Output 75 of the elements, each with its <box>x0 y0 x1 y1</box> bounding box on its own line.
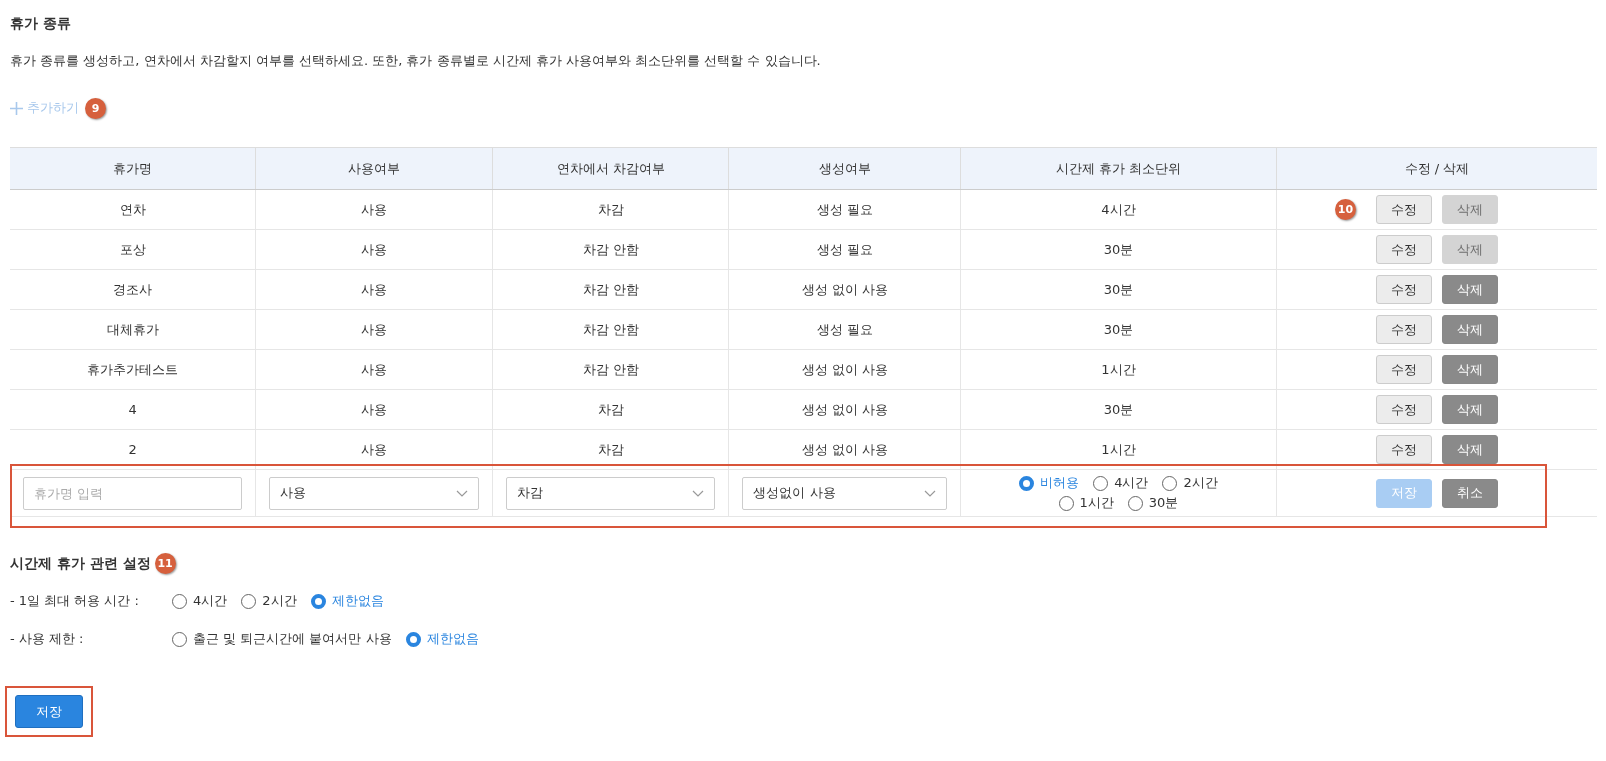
table-cell: 차감 안함 <box>582 360 639 379</box>
dropdown[interactable]: 사용 <box>269 476 479 510</box>
step-badge: 11 <box>154 553 176 574</box>
radio-option[interactable]: 제한없음 <box>405 630 479 648</box>
table-cell: 차감 안함 <box>582 320 639 339</box>
radio-option[interactable]: 출근 및 퇴근시간에 붙여서만 사용 <box>172 630 392 648</box>
radio-option[interactable]: 4시간 <box>172 592 228 610</box>
radio-option[interactable]: 2시간 <box>1162 474 1218 492</box>
dropdown[interactable]: 차감 <box>505 476 716 510</box>
column-header: 연차에서 차감여부 <box>556 159 665 178</box>
table-cell: 대체휴가 <box>106 320 159 339</box>
table-cell: 휴가추가테스트 <box>87 360 179 379</box>
table-cell: 사용 <box>361 200 388 219</box>
radio-option[interactable]: 2시간 <box>241 592 297 610</box>
table-cell: 1시간 <box>1101 440 1136 459</box>
table-cell: 연차 <box>119 200 146 219</box>
table-cell: 사용 <box>361 280 388 299</box>
step-badge: 9 <box>85 97 106 119</box>
table-cell: 생성 필요 <box>816 200 873 219</box>
table-cell: 사용 <box>361 240 388 259</box>
chevron-down-icon <box>692 489 705 497</box>
radio-option[interactable]: 비허용 <box>1019 474 1080 492</box>
table-cell: 차감 <box>597 200 624 219</box>
edit-button[interactable]: 수정 <box>1375 435 1432 464</box>
description-text: 휴가 종류를 생성하고, 연차에서 차감할지 여부를 선택하세요. 또한, 휴가 종류별로 시간제 휴가 사용여부와 최소단위를 선택할 수 있습니다. <box>10 52 822 70</box>
radio-option[interactable]: 1시간 <box>1058 494 1114 512</box>
setting-label: - 사용 제한 : <box>10 630 85 648</box>
chevron-down-icon <box>924 489 937 497</box>
table-cell: 생성 필요 <box>816 240 873 259</box>
table-cell: 차감 <box>597 400 624 419</box>
edit-button[interactable]: 수정 <box>1375 235 1432 264</box>
table-cell: 사용 <box>361 400 388 419</box>
table-cell: 생성 없이 사용 <box>801 440 888 459</box>
edit-button[interactable]: 수정 <box>1375 355 1432 384</box>
table-cell: 2 <box>128 442 137 457</box>
table-cell: 사용 <box>361 440 388 459</box>
table-cell: 포상 <box>119 240 146 259</box>
step-badge: 10 <box>1334 199 1356 220</box>
edit-button[interactable]: 수정 <box>1375 195 1432 224</box>
column-header: 휴가명 <box>113 159 153 178</box>
table-cell: 생성 없이 사용 <box>801 280 888 299</box>
table-cell: 30분 <box>1103 320 1134 339</box>
radio-option[interactable]: 4시간 <box>1093 474 1149 492</box>
edit-button[interactable]: 수정 <box>1375 315 1432 344</box>
table-cell: 4 <box>128 402 137 417</box>
column-header: 시간제 휴가 최소단위 <box>1055 159 1182 178</box>
radio-option[interactable]: 제한없음 <box>310 592 384 610</box>
table-cell: 차감 안함 <box>582 240 639 259</box>
table-cell: 사용 <box>361 320 388 339</box>
section-title: 휴가 종류 <box>10 14 72 33</box>
column-header: 생성여부 <box>818 159 871 178</box>
table-cell: 차감 안함 <box>582 280 639 299</box>
setting-label: - 1일 최대 허용 시간 : <box>10 592 140 610</box>
section-title: 시간제 휴가 관련 설정 <box>10 554 151 573</box>
column-header: 수정 / 삭제 <box>1404 159 1470 178</box>
table-cell: 4시간 <box>1101 200 1136 219</box>
column-header: 사용여부 <box>348 159 401 178</box>
table-cell: 생성 없이 사용 <box>801 400 888 419</box>
table-cell: 30분 <box>1103 280 1134 299</box>
name-input-field[interactable]: 휴가명 입력 <box>23 476 243 510</box>
table-cell: 30분 <box>1103 240 1134 259</box>
table-cell: 경조사 <box>113 280 153 299</box>
radio-option[interactable]: 30분 <box>1127 494 1179 512</box>
table-cell: 생성 없이 사용 <box>801 360 888 379</box>
edit-button[interactable]: 수정 <box>1375 395 1432 424</box>
table-cell: 차감 <box>597 440 624 459</box>
edit-button[interactable]: 수정 <box>1375 275 1432 304</box>
chevron-down-icon <box>455 489 468 497</box>
table-cell: 사용 <box>361 360 388 379</box>
table-cell: 생성 필요 <box>816 320 873 339</box>
table-cell: 30분 <box>1103 400 1134 419</box>
dropdown[interactable]: 생성없이 사용 <box>742 476 948 510</box>
plus-icon <box>10 101 23 115</box>
save-button[interactable]: 저장 <box>15 695 83 728</box>
table-cell: 1시간 <box>1101 360 1136 379</box>
